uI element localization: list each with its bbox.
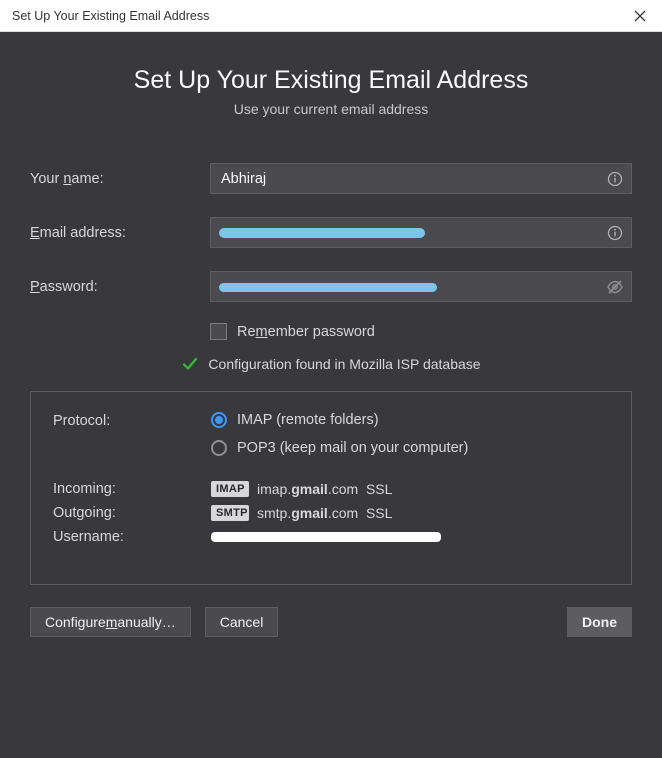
titlebar: Set Up Your Existing Email Address	[0, 0, 662, 32]
buttons-row: Configure manually… Cancel Done	[30, 607, 632, 637]
server-group: Incoming: IMAP imap.gmail.com SSL Outgoi…	[53, 480, 609, 545]
protocol-pop3-radio[interactable]: POP3 (keep mail on your computer)	[211, 440, 468, 456]
name-row: Your name:	[30, 163, 632, 194]
remember-checkbox[interactable]	[210, 323, 227, 340]
email-label: Email address:	[30, 225, 210, 241]
page-subtitle: Use your current email address	[30, 101, 632, 117]
info-icon[interactable]	[606, 170, 624, 188]
close-icon[interactable]	[626, 2, 654, 30]
status-message: Configuration found in Mozilla ISP datab…	[208, 356, 480, 372]
outgoing-server: smtp.gmail.com SSL	[257, 505, 392, 521]
imap-badge: IMAP	[211, 481, 249, 497]
eye-off-icon[interactable]	[606, 278, 624, 296]
email-input[interactable]	[210, 217, 632, 248]
radio-icon	[211, 440, 227, 456]
remember-row: Remember password	[210, 323, 632, 340]
outgoing-label: Outgoing:	[53, 504, 211, 521]
protocol-imap-radio[interactable]: IMAP (remote folders)	[211, 412, 468, 428]
configure-manually-button[interactable]: Configure manually…	[30, 607, 191, 637]
email-row: Email address:	[30, 217, 632, 248]
protocol-label: Protocol:	[53, 412, 211, 429]
protocol-radio-group: IMAP (remote folders) POP3 (keep mail on…	[211, 412, 468, 456]
window-title: Set Up Your Existing Email Address	[12, 9, 626, 23]
smtp-badge: SMTP	[211, 505, 249, 521]
password-input[interactable]	[210, 271, 632, 302]
username-label: Username:	[53, 528, 211, 545]
incoming-label: Incoming:	[53, 480, 211, 497]
password-label: Password:	[30, 279, 210, 295]
protocol-row: Protocol: IMAP (remote folders) POP3 (ke…	[53, 412, 609, 456]
dialog-content: Set Up Your Existing Email Address Use y…	[0, 32, 662, 758]
incoming-server: imap.gmail.com SSL	[257, 481, 392, 497]
username-row: Username:	[53, 528, 609, 545]
name-input-wrap	[210, 163, 632, 194]
done-button[interactable]: Done	[567, 607, 632, 637]
heading: Set Up Your Existing Email Address Use y…	[30, 66, 632, 117]
cancel-button[interactable]: Cancel	[205, 607, 279, 637]
config-panel: Protocol: IMAP (remote folders) POP3 (ke…	[30, 391, 632, 585]
form: Your name: Email address: Pass	[30, 163, 632, 391]
password-input-wrap	[210, 271, 632, 302]
check-icon	[181, 355, 199, 373]
pop3-label: POP3 (keep mail on your computer)	[237, 440, 468, 456]
name-label: Your name:	[30, 171, 210, 187]
email-input-wrap	[210, 217, 632, 248]
password-row: Password:	[30, 271, 632, 302]
status-row: Configuration found in Mozilla ISP datab…	[30, 355, 632, 373]
name-input[interactable]	[210, 163, 632, 194]
radio-icon	[211, 412, 227, 428]
username-value	[211, 530, 441, 544]
incoming-row: Incoming: IMAP imap.gmail.com SSL	[53, 480, 609, 497]
info-icon[interactable]	[606, 224, 624, 242]
imap-label: IMAP (remote folders)	[237, 412, 379, 428]
remember-label: Remember password	[237, 324, 375, 340]
page-title: Set Up Your Existing Email Address	[30, 66, 632, 95]
outgoing-row: Outgoing: SMTP smtp.gmail.com SSL	[53, 504, 609, 521]
